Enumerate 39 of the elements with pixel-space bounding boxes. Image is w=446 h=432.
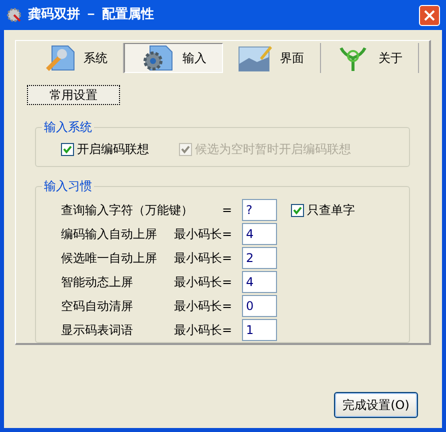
row-label: 智能动态上屏 (61, 274, 134, 292)
tab[interactable]: 系统 (26, 43, 124, 73)
row-suffix: 最小码长= (174, 274, 232, 292)
finish-button[interactable]: 完成设置(O) (334, 392, 418, 418)
input-field[interactable]: 0 (242, 295, 277, 318)
tab[interactable]: 输入 (124, 43, 223, 73)
checkbox-label: 只查单字 (307, 202, 355, 220)
row-label: 候选唯一自动上屏 (61, 250, 158, 268)
checkmark-icon (181, 144, 190, 154)
input-field[interactable]: 4 (242, 223, 277, 246)
row-label: 显示码表词语 (61, 322, 134, 340)
checkmark-icon (63, 144, 72, 154)
landscape-icon (238, 44, 272, 72)
subtab[interactable]: 常用设置 (27, 85, 120, 105)
tab[interactable]: 界面 (222, 43, 321, 73)
group-title: 输入习惯 (42, 178, 94, 194)
row-suffix: 最小码长= (174, 298, 232, 316)
close-button[interactable] (419, 4, 440, 26)
window-title: 龚码双拼 － 配置属性 (28, 6, 156, 24)
row-suffix: 最小码长= (174, 250, 232, 268)
row-suffix: 最小码长= (174, 322, 232, 340)
checkmark-icon (293, 206, 302, 215)
row-label: 查询输入字符（万能键） (61, 202, 193, 220)
group-title: 输入系统 (42, 119, 94, 135)
row-label: 空码自动清屏 (61, 298, 134, 316)
checkbox-label: 开启编码联想 (77, 141, 149, 158)
checkbox[interactable] (291, 204, 304, 217)
input-field[interactable]: ? (242, 199, 277, 222)
row-suffix: = (222, 202, 232, 220)
close-icon (424, 10, 435, 20)
input-field[interactable]: 4 (242, 271, 277, 294)
gear-icon (6, 7, 22, 23)
row-suffix: 最小码长= (174, 226, 232, 244)
row-label: 编码输入自动上屏 (61, 226, 158, 244)
checkbox-label: 候选为空时暂时开启编码联想 (195, 141, 351, 158)
tab[interactable]: 关于 (320, 43, 420, 73)
input-field[interactable]: 1 (242, 319, 277, 342)
input-field[interactable]: 2 (242, 247, 277, 270)
checkbox[interactable] (61, 142, 74, 156)
